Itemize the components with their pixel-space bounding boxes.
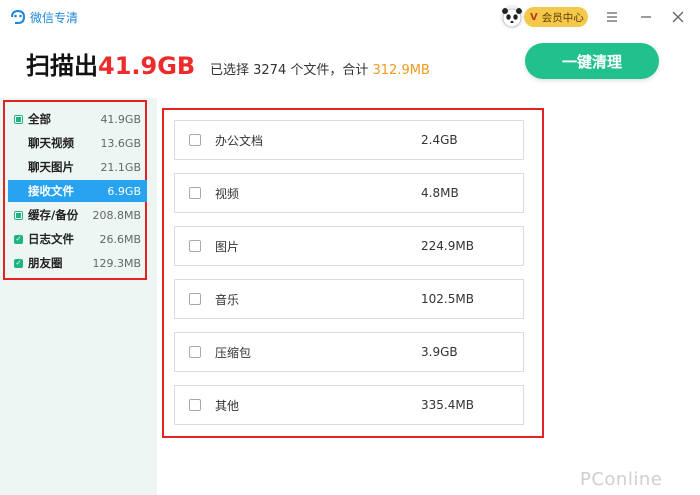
sidebar-item-size: 21.1GB	[100, 160, 141, 174]
category-checkbox[interactable]	[14, 210, 23, 220]
sidebar-item-label: 聊天视频	[28, 136, 74, 150]
member-center-label: 会员中心	[541, 11, 584, 24]
file-type-name: 视频	[215, 186, 240, 201]
sidebar-item-label: 全部	[28, 112, 51, 126]
category-checkbox[interactable]	[14, 258, 23, 268]
file-type-name: 压缩包	[215, 345, 252, 360]
minimize-icon	[641, 16, 651, 18]
file-type-checkbox[interactable]	[189, 240, 201, 252]
file-type-size: 4.8MB	[421, 186, 459, 200]
menu-button[interactable]	[602, 7, 622, 27]
sidebar-item-label: 接收文件	[28, 184, 74, 198]
file-type-row[interactable]: 压缩包 3.9GB	[174, 332, 524, 372]
category-sidebar: 全部 41.9GB 聊天视频 13.6GB 聊天图片 21.1GB 接收文件 6.9GB 缓存/…	[0, 98, 157, 495]
watermark: PConline	[580, 469, 663, 490]
file-type-name: 音乐	[215, 292, 240, 307]
file-type-row[interactable]: 图片 224.9MB	[174, 226, 524, 266]
app-name: 微信专清	[30, 11, 79, 25]
avatar[interactable]	[500, 5, 524, 29]
sidebar-item[interactable]: 日志文件 26.6MB	[8, 228, 147, 250]
sidebar-item[interactable]: 全部 41.9GB	[8, 108, 147, 130]
file-type-size: 2.4GB	[421, 133, 458, 147]
close-button[interactable]	[668, 7, 688, 27]
file-type-checkbox[interactable]	[189, 346, 201, 358]
file-type-checkbox[interactable]	[189, 187, 201, 199]
category-checkbox[interactable]	[14, 234, 23, 244]
minimize-button[interactable]	[636, 7, 656, 27]
file-type-name: 办公文档	[215, 133, 264, 148]
scan-result-title: 扫描出41.9GB	[26, 46, 195, 81]
title-bar: 微信专清 V 会员中心	[0, 0, 700, 34]
sidebar-item-size: 41.9GB	[100, 112, 141, 126]
file-type-size: 102.5MB	[421, 292, 474, 306]
selection-total: 312.9MB	[372, 63, 430, 78]
sidebar-item-size: 6.9GB	[107, 184, 141, 198]
file-type-checkbox[interactable]	[189, 293, 201, 305]
file-type-size: 224.9MB	[421, 239, 474, 253]
panda-avatar-icon	[502, 8, 522, 28]
scan-size: 41.9GB	[98, 52, 196, 80]
close-icon	[672, 11, 684, 23]
sidebar-item-label: 朋友圈	[28, 256, 63, 270]
sidebar-item[interactable]: 聊天视频 13.6GB	[8, 132, 147, 154]
sidebar-item-size: 208.8MB	[92, 208, 141, 222]
sidebar-item[interactable]: 朋友圈 129.3MB	[8, 252, 147, 274]
selection-info: 已选择 3274 个文件，合计 312.9MB	[210, 59, 430, 78]
sidebar-item[interactable]: 接收文件 6.9GB	[8, 180, 147, 202]
member-center-button[interactable]: V 会员中心	[524, 7, 588, 27]
vip-badge-icon: V	[530, 11, 538, 23]
file-type-row[interactable]: 视频 4.8MB	[174, 173, 524, 213]
sidebar-item[interactable]: 聊天图片 21.1GB	[8, 156, 147, 178]
sidebar-item-size: 13.6GB	[100, 136, 141, 150]
file-type-name: 图片	[215, 239, 240, 254]
sidebar-item-size: 129.3MB	[92, 256, 141, 270]
sidebar-item[interactable]: 缓存/备份 208.8MB	[8, 204, 147, 226]
file-type-row[interactable]: 办公文档 2.4GB	[174, 120, 524, 160]
file-type-size: 335.4MB	[421, 398, 474, 412]
one-click-clean-button[interactable]: 一键清理	[525, 43, 659, 79]
scan-prefix: 扫描出	[26, 52, 98, 80]
menu-icon	[607, 12, 617, 22]
file-type-row[interactable]: 音乐 102.5MB	[174, 279, 524, 319]
file-type-name: 其他	[215, 398, 240, 413]
file-type-checkbox[interactable]	[189, 399, 201, 411]
sidebar-item-size: 26.6MB	[99, 232, 141, 246]
category-checkbox[interactable]	[14, 114, 23, 124]
app-logo-icon	[11, 9, 26, 24]
sidebar-item-label: 缓存/备份	[28, 208, 79, 222]
file-type-size: 3.9GB	[421, 345, 458, 359]
file-type-checkbox[interactable]	[189, 134, 201, 146]
sidebar-item-label: 聊天图片	[28, 160, 74, 174]
sidebar-item-label: 日志文件	[28, 232, 74, 246]
scan-summary-header: 扫描出41.9GB 已选择 3274 个文件，合计 312.9MB 一键清理	[0, 34, 700, 98]
selection-text: 已选择 3274 个文件，合计	[210, 63, 369, 78]
file-type-row[interactable]: 其他 335.4MB	[174, 385, 524, 425]
